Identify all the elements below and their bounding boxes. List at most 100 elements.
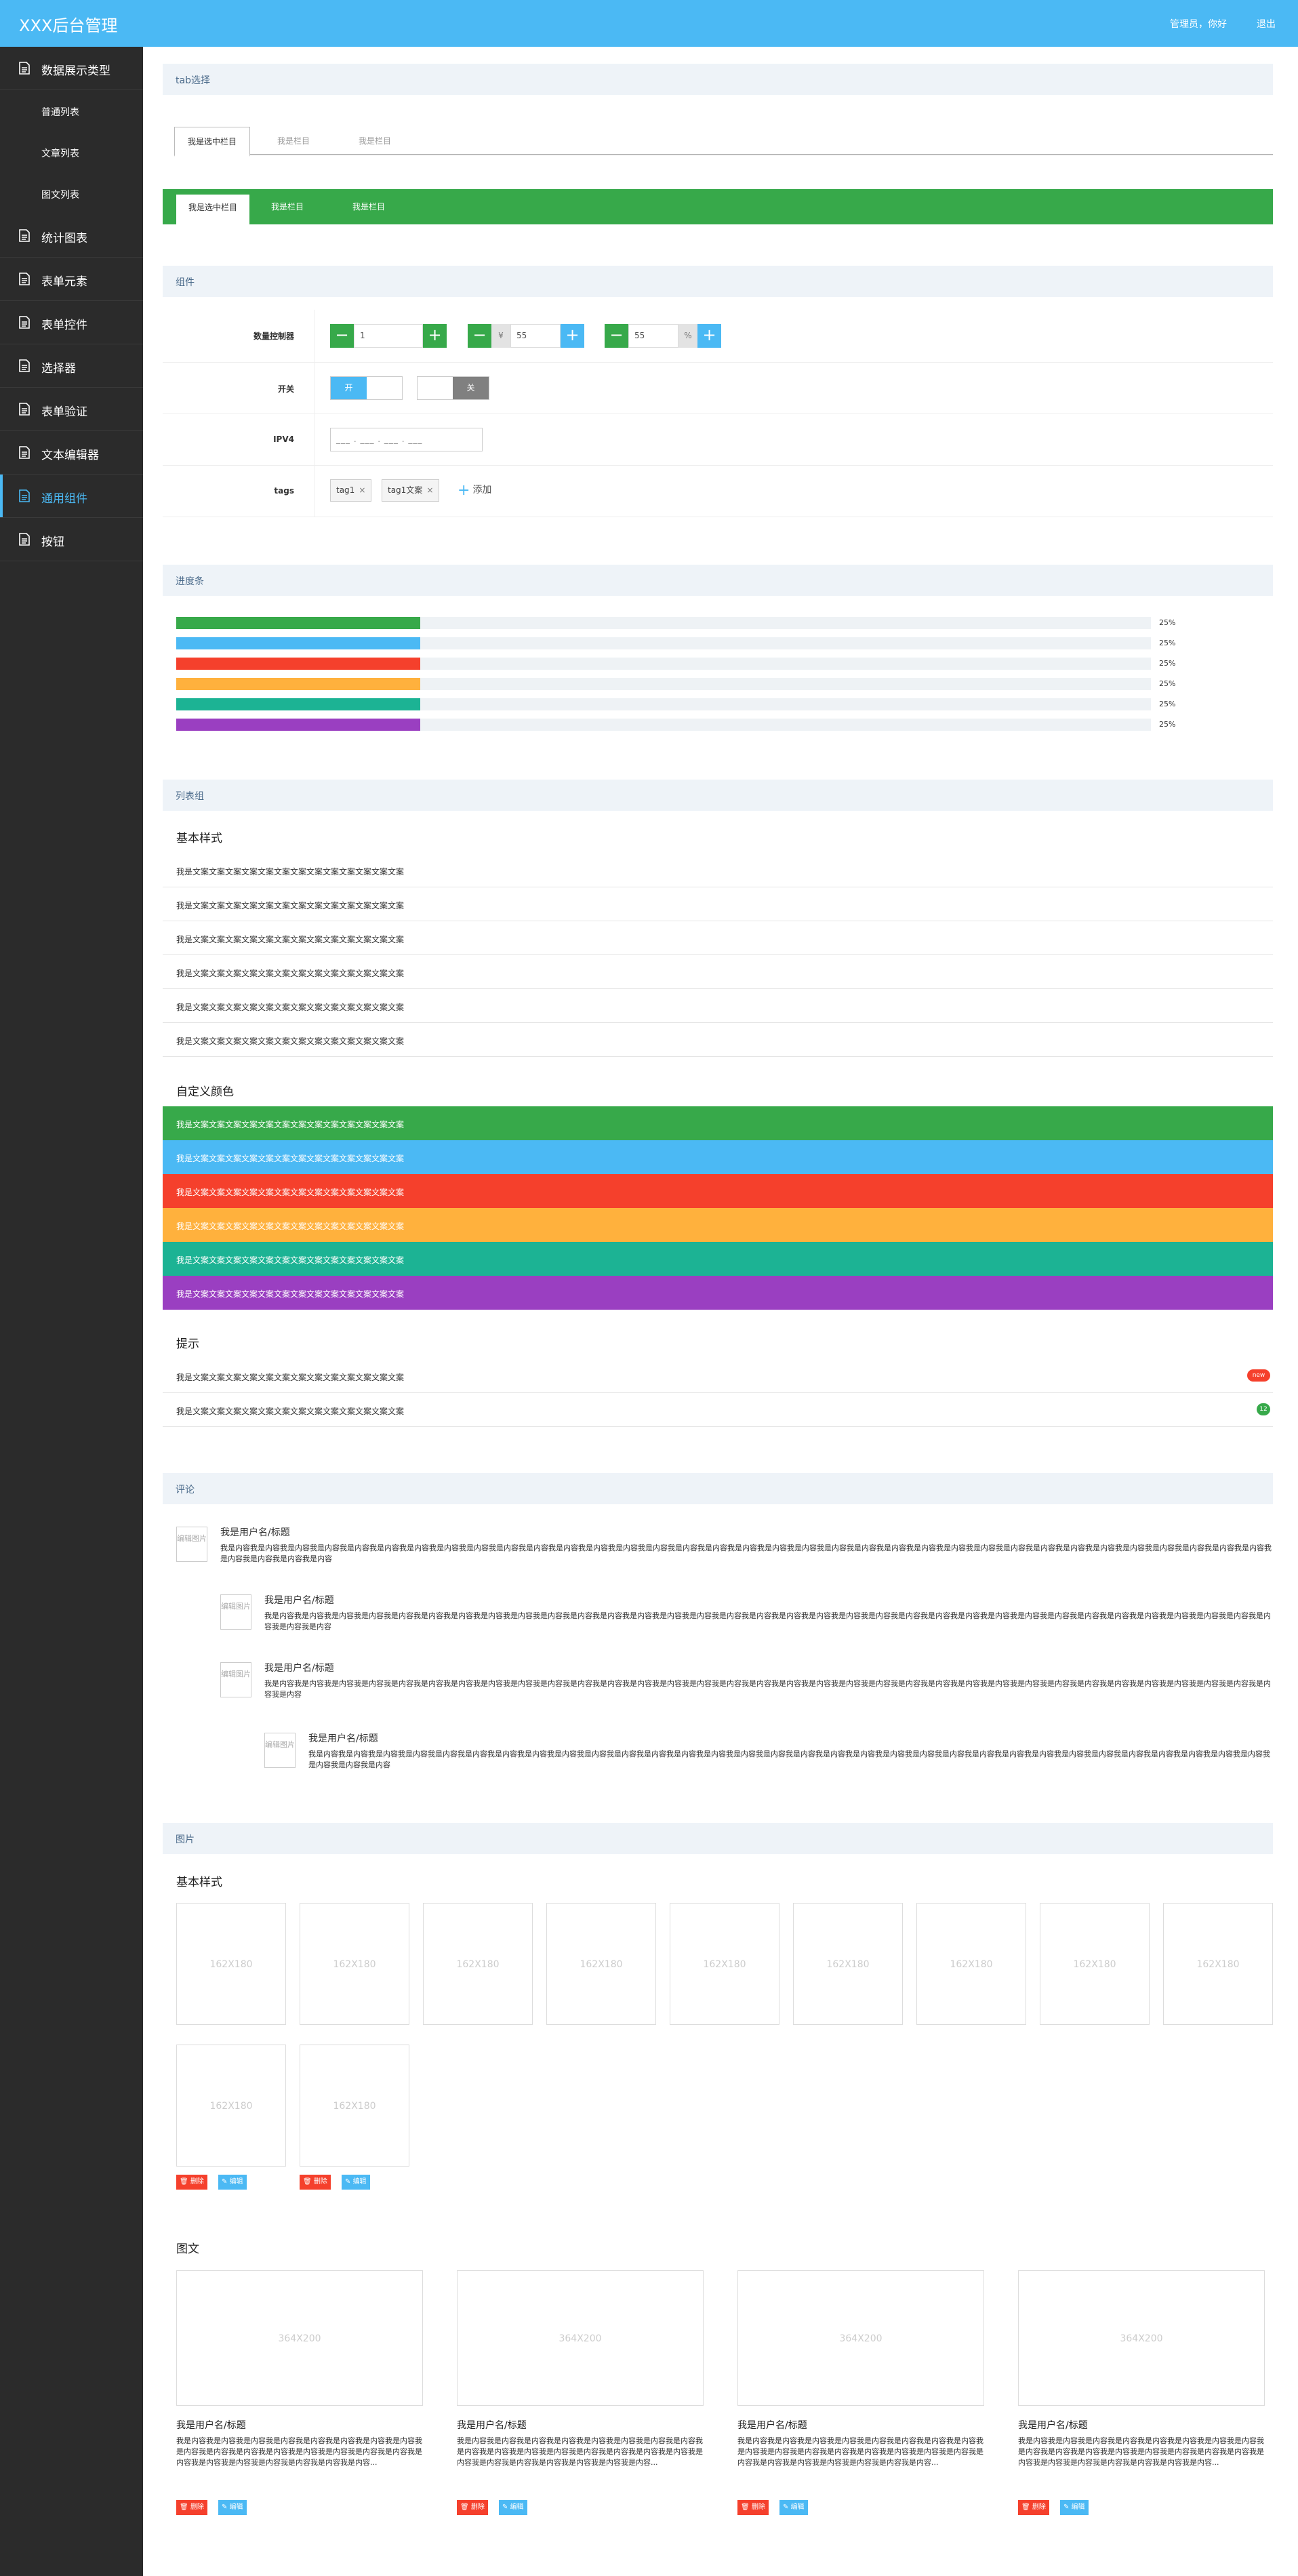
stepper-value[interactable]: 55 xyxy=(510,324,561,348)
edit-button[interactable]: ✎ 编辑 xyxy=(499,2500,527,2515)
sidebar-subitem-plain-list[interactable]: 普通列表 xyxy=(0,90,143,132)
plus-button[interactable]: + xyxy=(697,324,721,348)
plus-button[interactable]: + xyxy=(423,324,447,348)
minus-button[interactable]: − xyxy=(468,324,491,348)
image-thumbnail[interactable]: 162X180 xyxy=(546,1903,656,2025)
list-item-with-badge[interactable]: 我是文案文案文案文案文案文案文案文案文案文案文案文案文案 12 xyxy=(163,1393,1273,1427)
edit-button[interactable]: ✎ 编辑 xyxy=(1060,2500,1089,2515)
sidebar-item-common-components[interactable]: 通用组件 xyxy=(0,475,143,518)
minus-button[interactable]: − xyxy=(605,324,628,348)
image-thumbnail[interactable]: 162X180 xyxy=(1163,1903,1273,2025)
avatar[interactable]: 编辑图片 xyxy=(176,1527,207,1562)
image-thumbnail[interactable]: 162X180 xyxy=(176,1903,286,2025)
list-item-text: 我是文案文案文案文案文案文案文案文案文案文案文案文案文案 xyxy=(176,1003,405,1012)
avatar[interactable]: 编辑图片 xyxy=(264,1733,296,1768)
list-item-with-badge[interactable]: 我是文案文案文案文案文案文案文案文案文案文案文案文案文案 new xyxy=(163,1359,1273,1393)
list-item-text: 我是文案文案文案文案文案文案文案文案文案文案文案文案文案 xyxy=(176,1255,405,1265)
card-image[interactable]: 364X200 xyxy=(457,2270,704,2406)
plus-button[interactable]: + xyxy=(561,324,584,348)
list-item[interactable]: 我是文案文案文案文案文案文案文案文案文案文案文案文案文案 xyxy=(163,989,1273,1023)
edit-button[interactable]: ✎ 编辑 xyxy=(342,2175,370,2190)
list-item[interactable]: 我是文案文案文案文案文案文案文案文案文案文案文案文案文案 xyxy=(163,853,1273,887)
toggle-switch-on[interactable]: 开 xyxy=(330,376,403,400)
stepper-value[interactable]: 1 xyxy=(354,324,423,348)
card-description: 我是内容我是内容我是内容我是内容我是内容我是内容我是内容我是内容我是内容我是内容… xyxy=(176,2436,422,2467)
edit-button[interactable]: ✎ 编辑 xyxy=(218,2500,247,2515)
delete-button[interactable]: 🗑 删除 xyxy=(457,2500,488,2515)
ipv4-input[interactable]: ___ . ___ . ___ . ___ xyxy=(330,428,483,451)
tab-outline-item[interactable]: 我是栏目 xyxy=(337,127,413,155)
tab-outline-selected[interactable]: 我是选中栏目 xyxy=(174,127,250,157)
edit-button[interactable]: ✎ 编辑 xyxy=(218,2175,247,2190)
image-thumbnail[interactable]: 162X180 xyxy=(300,2045,409,2167)
list-item-orange[interactable]: 我是文案文案文案文案文案文案文案文案文案文案文案文案文案 xyxy=(163,1208,1273,1242)
app-title: XXX后台管理 xyxy=(19,16,118,35)
add-tag-button[interactable]: + 添加 xyxy=(458,479,491,502)
image-text-title: 图文 xyxy=(176,2242,199,2256)
remove-tag-icon[interactable]: × xyxy=(426,485,433,495)
image-thumbnail[interactable]: 162X180 xyxy=(423,1903,533,2025)
avatar[interactable]: 编辑图片 xyxy=(220,1594,251,1630)
card-description: 我是内容我是内容我是内容我是内容我是内容我是内容我是内容我是内容我是内容我是内容… xyxy=(737,2436,983,2467)
image-thumbnail[interactable]: 162X180 xyxy=(1040,1903,1150,2025)
list-item-text: 我是文案文案文案文案文案文案文案文案文案文案文案文案文案 xyxy=(176,935,405,944)
list-item[interactable]: 我是文案文案文案文案文案文案文案文案文案文案文案文案文案 xyxy=(163,955,1273,989)
card-image[interactable]: 364X200 xyxy=(176,2270,423,2406)
sidebar-item-text-editor[interactable]: 文本编辑器 xyxy=(0,431,143,475)
list-item-text: 我是文案文案文案文案文案文案文案文案文案文案文案文案文案 xyxy=(176,1120,405,1129)
document-icon xyxy=(19,62,30,75)
comment-author: 我是用户名/标题 xyxy=(220,1527,290,1538)
sidebar-subitem-article-list[interactable]: 文章列表 xyxy=(0,132,143,173)
list-item-teal[interactable]: 我是文案文案文案文案文案文案文案文案文案文案文案文案文案 xyxy=(163,1242,1273,1276)
stepper-value[interactable]: 55 xyxy=(628,324,678,348)
delete-label: 删除 xyxy=(190,2178,204,2186)
card-image[interactable]: 364X200 xyxy=(737,2270,984,2406)
edit-button[interactable]: ✎ 编辑 xyxy=(779,2500,808,2515)
ipv4-row: IPV4 ___ . ___ . ___ . ___ xyxy=(163,414,1273,466)
list-item-red[interactable]: 我是文案文案文案文案文案文案文案文案文案文案文案文案文案 xyxy=(163,1174,1273,1208)
sidebar-item-form-elements[interactable]: 表单元素 xyxy=(0,258,143,301)
sidebar-item-selectors[interactable]: 选择器 xyxy=(0,344,143,388)
image-thumbnail[interactable]: 162X180 xyxy=(916,1903,1026,2025)
delete-button[interactable]: 🗑 删除 xyxy=(737,2500,769,2515)
toggle-switch-off[interactable]: 关 xyxy=(417,376,489,400)
delete-button[interactable]: 🗑 删除 xyxy=(1018,2500,1049,2515)
section-title: 进度条 xyxy=(176,576,204,587)
tag-text: tag1文案 xyxy=(388,485,423,495)
tab-green-item[interactable]: 我是栏目 xyxy=(251,189,324,224)
list-item-blue[interactable]: 我是文案文案文案文案文案文案文案文案文案文案文案文案文案 xyxy=(163,1140,1273,1174)
image-thumbnail[interactable]: 162X180 xyxy=(670,1903,779,2025)
avatar[interactable]: 编辑图片 xyxy=(220,1662,251,1697)
list-item-purple[interactable]: 我是文案文案文案文案文案文案文案文案文案文案文案文案文案 xyxy=(163,1276,1273,1310)
tab-green-item[interactable]: 我是栏目 xyxy=(332,189,405,224)
tags-row: tags tag1 × tag1文案 × + 添加 xyxy=(163,466,1273,517)
sidebar-item-charts[interactable]: 统计图表 xyxy=(0,214,143,258)
sidebar-item-data-display[interactable]: 数据展示类型 xyxy=(0,47,143,90)
image-thumbnail[interactable]: 162X180 xyxy=(176,2045,286,2167)
percent-suffix: % xyxy=(678,324,697,348)
card-title: 我是用户名/标题 xyxy=(1018,2420,1088,2431)
card-image[interactable]: 364X200 xyxy=(1018,2270,1265,2406)
list-item[interactable]: 我是文案文案文案文案文案文案文案文案文案文案文案文案文案 xyxy=(163,887,1273,921)
delete-button[interactable]: 🗑 删除 xyxy=(176,2500,207,2515)
sidebar-item-buttons[interactable]: 按钮 xyxy=(0,518,143,561)
sidebar-item-form-validation[interactable]: 表单验证 xyxy=(0,388,143,431)
sidebar-subitem-image-text-list[interactable]: 图文列表 xyxy=(0,173,143,214)
image-thumbnail[interactable]: 162X180 xyxy=(300,1903,409,2025)
tab-green-selected[interactable]: 我是选中栏目 xyxy=(176,195,249,224)
list-item-green[interactable]: 我是文案文案文案文案文案文案文案文案文案文案文案文案文案 xyxy=(163,1106,1273,1140)
list-item[interactable]: 我是文案文案文案文案文案文案文案文案文案文案文案文案文案 xyxy=(163,1023,1273,1057)
list-item[interactable]: 我是文案文案文案文案文案文案文案文案文案文案文案文案文案 xyxy=(163,921,1273,955)
logout-link[interactable]: 退出 xyxy=(1257,17,1276,31)
delete-button[interactable]: 🗑 删除 xyxy=(176,2175,207,2190)
list-item-text: 我是文案文案文案文案文案文案文案文案文案文案文案文案文案 xyxy=(176,867,405,877)
stepper-row: 数量控制器 − 1 + − ¥ 55 + − 55 % + xyxy=(163,310,1273,363)
minus-button[interactable]: − xyxy=(330,324,354,348)
progress-label: 25% xyxy=(1159,659,1176,668)
image-thumbnail[interactable]: 162X180 xyxy=(793,1903,903,2025)
tab-outline-item[interactable]: 我是栏目 xyxy=(256,127,331,155)
remove-tag-icon[interactable]: × xyxy=(359,485,365,495)
sidebar-item-form-controls[interactable]: 表单控件 xyxy=(0,301,143,344)
document-icon xyxy=(19,229,30,242)
delete-button[interactable]: 🗑 删除 xyxy=(300,2175,331,2190)
